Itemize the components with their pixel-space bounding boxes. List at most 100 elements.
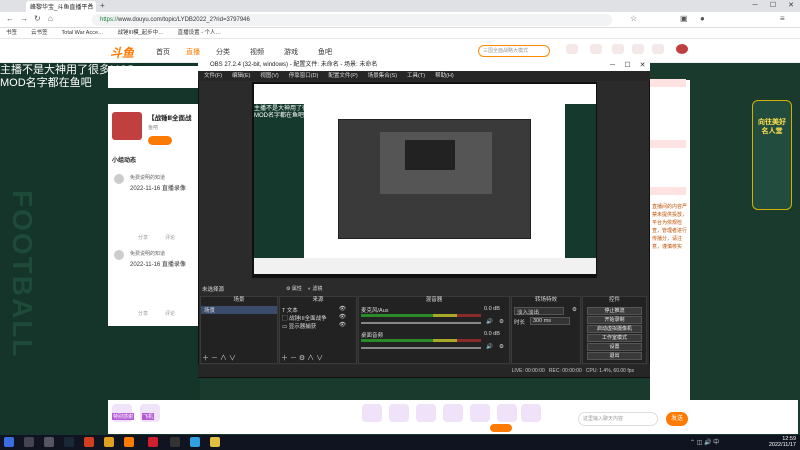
steam-icon[interactable] (64, 437, 74, 447)
recharge-button[interactable] (490, 424, 512, 432)
down-icon[interactable]: ∨ (316, 355, 323, 362)
volume-slider[interactable] (361, 347, 481, 349)
nav-home[interactable]: 首页 (156, 47, 170, 57)
reload-icon[interactable]: ↻ (34, 14, 41, 23)
remove-icon[interactable]: － (290, 355, 297, 362)
nav-video[interactable]: 视频 (250, 47, 264, 57)
stop-streaming-button[interactable]: 停止推流 (587, 307, 642, 315)
bookmark-item[interactable]: Total War Acce… (62, 28, 104, 38)
send-button[interactable]: 发送 (666, 412, 688, 426)
nav-category[interactable]: 分类 (216, 47, 230, 57)
virtual-camera-button[interactable]: 启动虚拟摄像机 (587, 325, 642, 333)
task-view-icon[interactable] (44, 437, 54, 447)
history-icon[interactable] (590, 44, 602, 54)
url-input[interactable]: https://www.douyu.com/topic/LYDB2022_2?r… (92, 14, 612, 26)
gift-item[interactable] (443, 404, 463, 422)
start-icon[interactable] (4, 437, 14, 447)
gift-item[interactable] (497, 404, 517, 422)
qq-icon[interactable] (190, 437, 200, 447)
maximize-icon[interactable]: ☐ (764, 0, 782, 12)
gift-item[interactable] (362, 404, 382, 422)
source-item[interactable]: ▭ 显示器捕获 (282, 322, 316, 330)
bookmark-item[interactable]: 书签 (6, 28, 17, 38)
close-icon[interactable]: ✕ (782, 0, 800, 12)
menu-profile[interactable]: 配置文件(P) (328, 71, 357, 81)
post-author[interactable]: 免费说明的知道 (130, 174, 165, 181)
hall-of-fame-banner[interactable] (752, 100, 792, 210)
studio-mode-button[interactable]: 工作室模式 (587, 334, 642, 342)
scene-item[interactable]: 场景 (201, 306, 277, 314)
add-icon[interactable]: ＋ (281, 355, 288, 362)
taskbar-clock[interactable]: 12:59 2022/11/17 (769, 436, 796, 448)
gift-item[interactable] (470, 404, 490, 422)
nav-fishbar[interactable]: 鱼吧 (318, 47, 332, 57)
netease-icon[interactable] (148, 437, 158, 447)
tab-douyu[interactable]: 峰黎华宝_斗鱼直播平台 (26, 1, 96, 12)
bookmark-item[interactable]: 战锤III模_起步中… (118, 28, 164, 38)
down-icon[interactable]: ∨ (229, 355, 236, 362)
post-share[interactable]: 分享 (138, 234, 148, 241)
menu-help[interactable]: 帮助(H) (435, 71, 454, 81)
gear-icon[interactable]: ⚙ (499, 344, 504, 350)
source-item[interactable]: ▢ 战锤III全面战争 (282, 314, 327, 322)
douyu-logo[interactable]: 斗鱼 (110, 44, 134, 61)
new-tab-button[interactable]: + (100, 1, 105, 10)
gear-icon[interactable]: ⚙ (572, 307, 577, 313)
settings-button[interactable]: 设置 (587, 343, 642, 351)
search-input[interactable]: 三国全面战略大模式 (478, 45, 550, 57)
post-comment[interactable]: 评论 (165, 310, 175, 317)
menu-icon[interactable]: ≡ (780, 14, 785, 23)
menu-file[interactable]: 文件(F) (204, 71, 222, 81)
extension-icon[interactable]: ▣ (680, 14, 688, 23)
speaker-icon[interactable]: 🔊 (486, 344, 493, 350)
gift-item[interactable] (521, 404, 541, 422)
tab-close-icon[interactable]: ✕ (88, 2, 93, 9)
maximize-icon[interactable]: ☐ (620, 60, 635, 71)
close-icon[interactable]: ✕ (635, 60, 650, 71)
gift-item[interactable] (416, 404, 436, 422)
back-icon[interactable]: ← (6, 14, 14, 23)
add-icon[interactable]: ＋ (202, 355, 209, 362)
post-share[interactable]: 分享 (138, 310, 148, 317)
gift-item[interactable] (389, 404, 409, 422)
post-author[interactable]: 免费说明的知道 (130, 250, 165, 257)
visibility-icon[interactable]: 👁 (339, 322, 346, 328)
group-title[interactable]: 【战锤Ⅲ全面战 (148, 112, 191, 122)
search-icon[interactable] (24, 437, 34, 447)
remove-icon[interactable]: － (211, 355, 218, 362)
app-icon[interactable] (84, 437, 94, 447)
start-recording-button[interactable]: 开始录制 (587, 316, 642, 324)
nav-live[interactable]: 直播 (186, 47, 200, 57)
post-comment[interactable]: 评论 (165, 234, 175, 241)
bookmark-item[interactable]: 云书签 (31, 28, 48, 38)
message-icon[interactable] (566, 44, 578, 54)
follow-icon[interactable] (612, 44, 624, 54)
star-icon[interactable]: ☆ (630, 14, 637, 23)
menu-tools[interactable]: 工具(T) (407, 71, 425, 81)
volume-slider[interactable] (361, 322, 481, 324)
obs-icon[interactable] (170, 437, 180, 447)
transition-select[interactable]: 淡入淡出 (514, 307, 564, 316)
filters-button[interactable]: ◐ 滤镜 (308, 285, 322, 292)
menu-edit[interactable]: 编辑(E) (232, 71, 250, 81)
bookmark-item[interactable]: 直播设置 - 个人… (178, 28, 221, 38)
speaker-icon[interactable]: 🔊 (486, 319, 493, 325)
creator-icon[interactable] (652, 44, 664, 54)
avatar[interactable] (676, 44, 688, 54)
duration-input[interactable]: 300 ms (530, 317, 570, 325)
gear-icon[interactable]: ⚙ (299, 355, 305, 362)
properties-button[interactable]: ⚙ 属性 (286, 285, 302, 292)
menu-view[interactable]: 视图(V) (260, 71, 278, 81)
exit-button[interactable]: 退出 (587, 352, 642, 360)
profile-icon[interactable]: ● (700, 14, 705, 23)
visibility-icon[interactable]: 👁 (339, 314, 346, 320)
douyu-icon[interactable] (124, 437, 134, 447)
up-icon[interactable]: ∧ (307, 355, 314, 362)
gear-icon[interactable]: ⚙ (499, 319, 504, 325)
source-item[interactable]: T 文本 (282, 306, 298, 314)
nav-game[interactable]: 游戏 (284, 47, 298, 57)
forward-icon[interactable]: → (20, 14, 28, 23)
up-icon[interactable]: ∧ (220, 355, 227, 362)
visibility-icon[interactable]: 👁 (339, 306, 346, 312)
minimize-icon[interactable]: ─ (605, 60, 620, 71)
